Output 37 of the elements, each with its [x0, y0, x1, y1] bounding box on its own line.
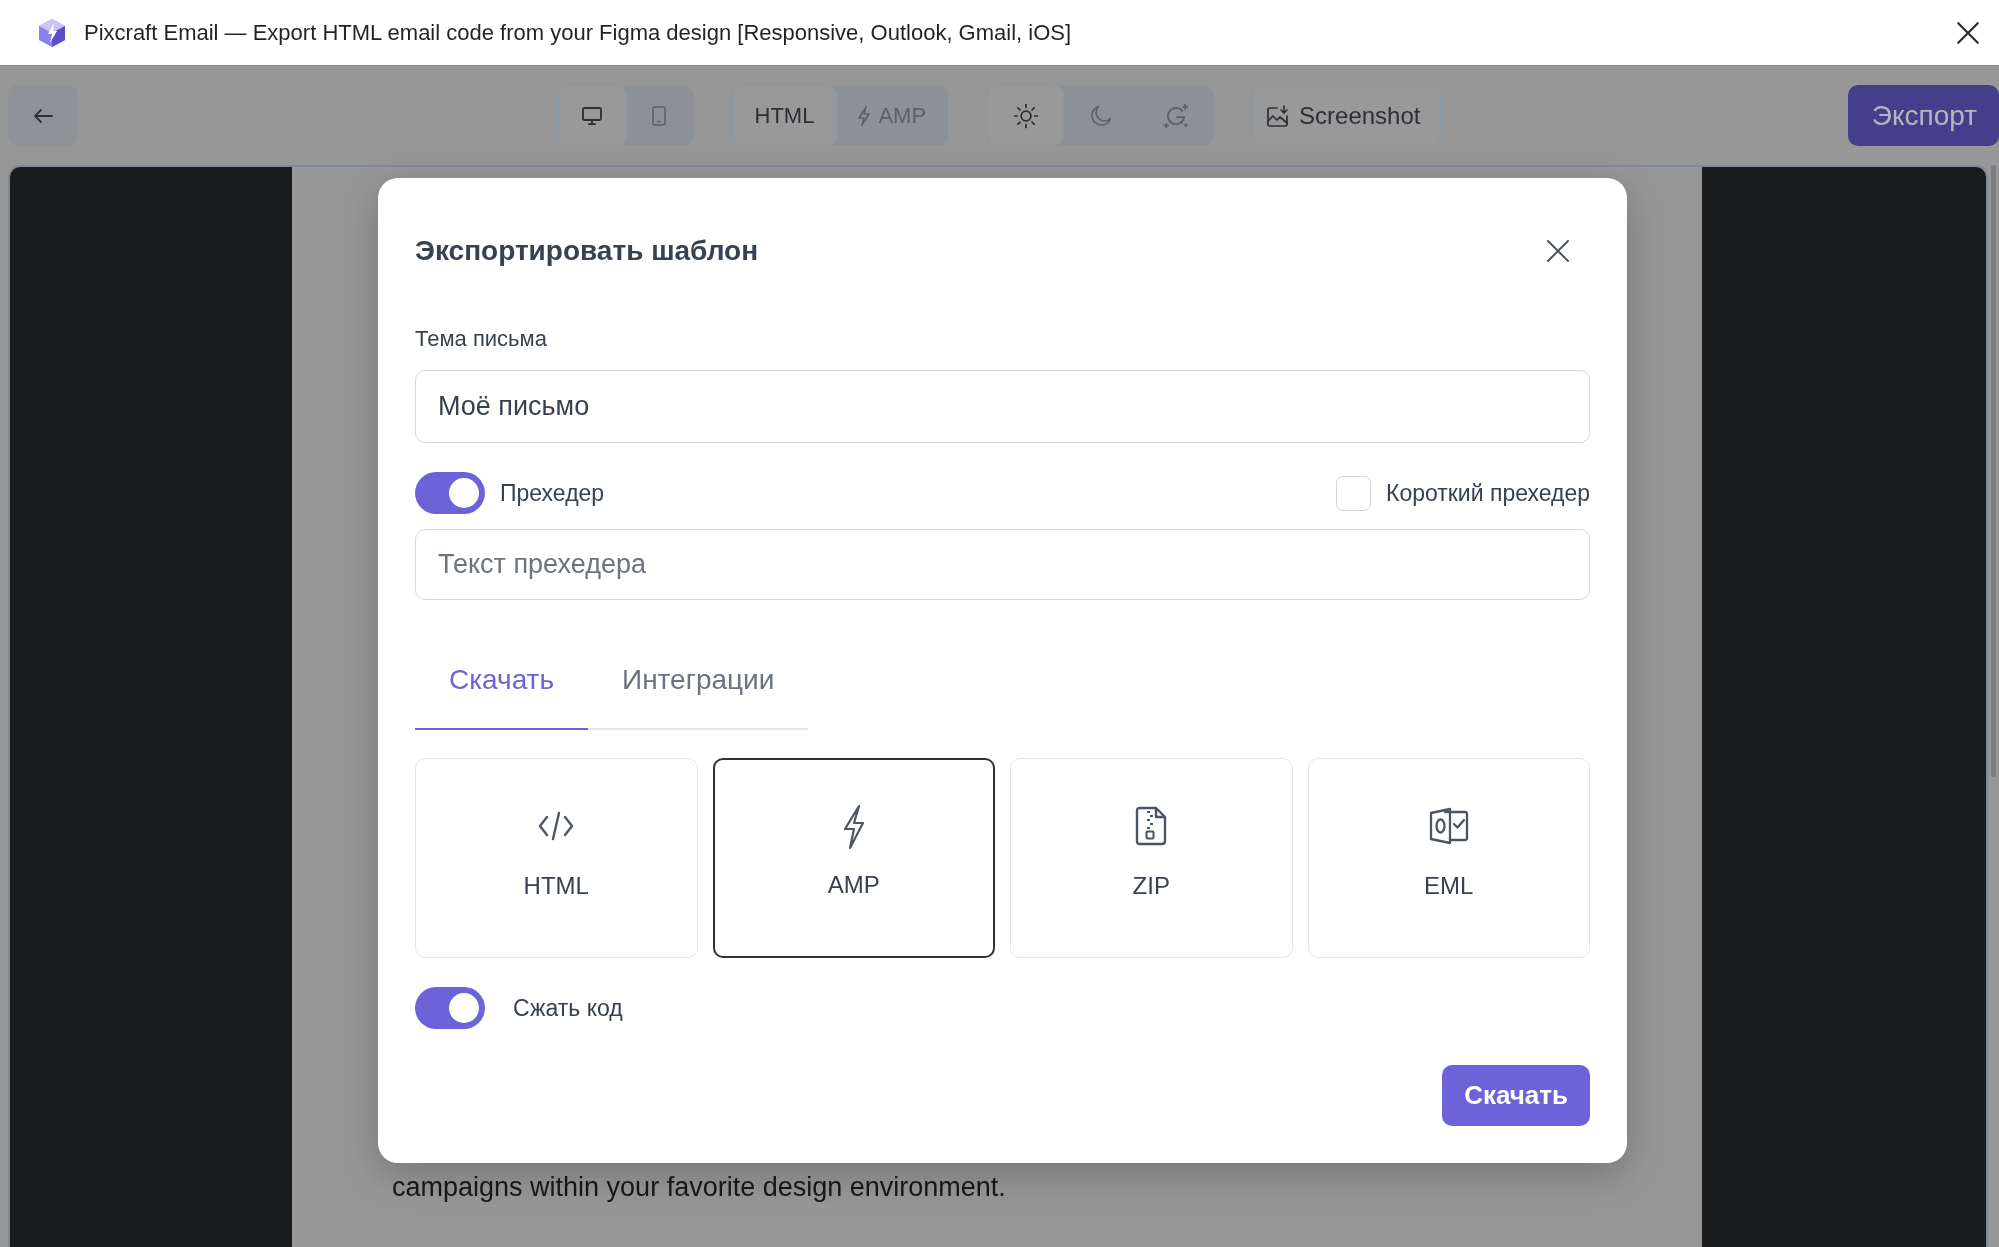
format-card[interactable]: AMP	[712, 758, 995, 958]
preheader-field[interactable]: Текст прехедера	[415, 529, 1590, 600]
tablet-icon	[652, 105, 666, 126]
tab[interactable]: Интеграции	[588, 650, 809, 730]
bolt-icon	[858, 105, 871, 126]
body-text: campaigns within your favorite design environment.	[392, 1171, 1007, 1203]
arrow-left-icon	[33, 107, 53, 124]
toggle-label: Сжать код	[513, 994, 623, 1022]
cube-logo-icon	[38, 17, 66, 48]
checkbox[interactable]	[1336, 475, 1371, 511]
toggle-switch[interactable]	[415, 472, 485, 514]
format-card[interactable]: ZIP	[1010, 758, 1293, 958]
moon-icon	[1089, 104, 1112, 127]
theme-toggle-button[interactable]	[988, 86, 1064, 145]
image-download-icon	[1267, 104, 1290, 127]
field-label: Тема письма	[415, 326, 548, 352]
scrollbar-thumb[interactable]	[1991, 165, 1996, 777]
monitor-icon	[582, 106, 602, 125]
close-icon	[1955, 19, 1981, 46]
format-card[interactable]: HTML	[415, 758, 698, 958]
toggle-label: Прехедер	[500, 479, 605, 507]
format-toggle-button[interactable]: HTML	[732, 86, 837, 145]
sparkles-icon	[1162, 102, 1189, 129]
window-title: Pixcraft Email — Export HTML email code from your Figma design [Responsive, Outlook, Gmail, iOS]	[84, 19, 1073, 46]
bolt-icon	[842, 804, 865, 850]
toggle-switch[interactable]	[415, 987, 485, 1029]
format-card[interactable]: EML	[1307, 758, 1590, 958]
dialog-title: Экспортировать шаблон	[415, 235, 759, 267]
close-icon	[1546, 239, 1570, 263]
sun-icon	[1012, 102, 1039, 129]
export-button[interactable]: Экспорт	[1847, 85, 1999, 146]
screenshot-button[interactable]: Screenshot	[1252, 85, 1442, 146]
tab[interactable]: Скачать	[415, 650, 588, 730]
checkbox-label: Короткий прехедер	[1386, 479, 1590, 507]
device-toggle-button[interactable]	[558, 86, 626, 145]
download-button[interactable]: Скачать	[1442, 1065, 1590, 1126]
subject-field[interactable]: Моё письмо	[415, 370, 1590, 443]
